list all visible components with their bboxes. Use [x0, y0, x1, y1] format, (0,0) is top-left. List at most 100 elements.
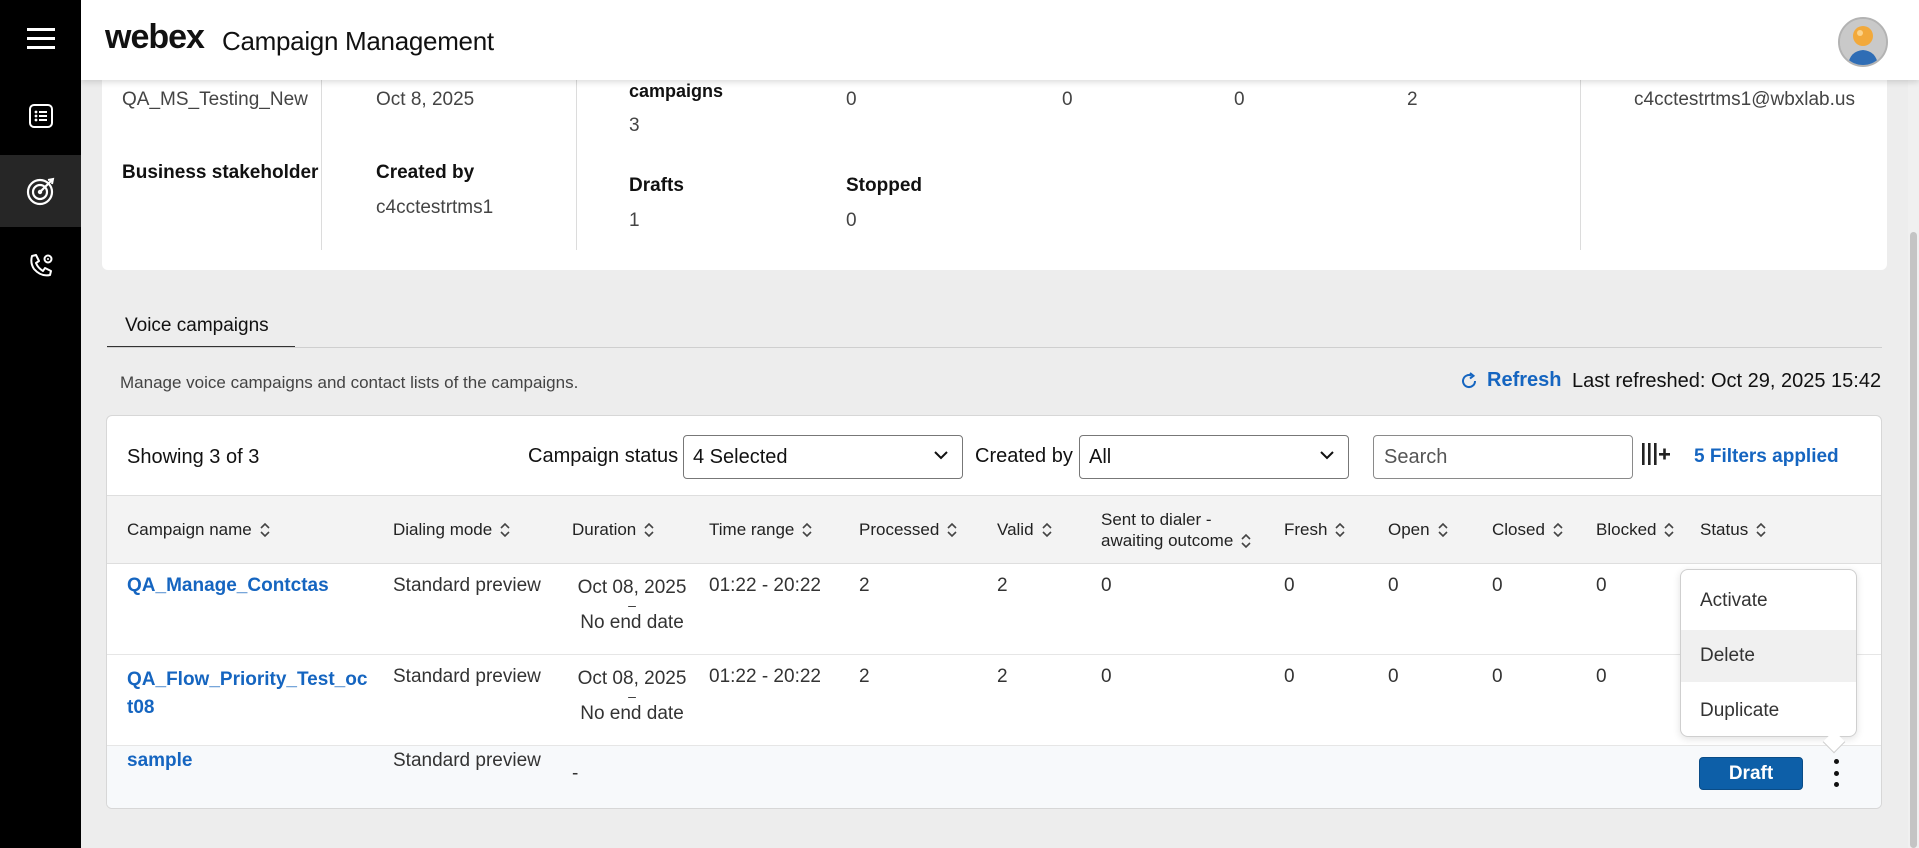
duration-separator: –: [628, 688, 636, 704]
more-options-button[interactable]: [1829, 756, 1843, 790]
campaign-name-link[interactable]: QA_Manage_Contctas: [127, 575, 329, 597]
sort-icon: [947, 522, 957, 538]
blocked: 0: [1596, 575, 1607, 596]
divider: [321, 72, 322, 250]
menu-icon: [26, 28, 55, 49]
chevron-down-icon: [934, 451, 948, 460]
col-label: Duration: [572, 520, 637, 539]
count-4: 2: [1407, 89, 1418, 110]
sort-icon: [1438, 522, 1448, 538]
table-row: sample Standard preview - Draft: [107, 746, 1881, 808]
col-open[interactable]: Open: [1388, 520, 1449, 540]
menu-button[interactable]: [0, 3, 81, 75]
time-range: 01:22 - 20:22: [709, 666, 821, 687]
valid: 2: [997, 575, 1008, 596]
col-label: Closed: [1492, 520, 1545, 539]
col-valid[interactable]: Valid: [997, 520, 1053, 540]
sent-to-dialer: 0: [1101, 666, 1112, 687]
column-settings-button[interactable]: [1641, 441, 1671, 472]
drafts-label: Drafts: [629, 175, 684, 196]
count-1: 0: [846, 89, 857, 110]
fresh: 0: [1284, 575, 1295, 596]
kebab-dot: [1833, 770, 1839, 776]
created-by-select[interactable]: All: [1079, 435, 1349, 479]
campaigns-label: campaigns: [629, 81, 724, 101]
sort-icon: [1241, 533, 1251, 548]
duration: -: [572, 763, 579, 784]
created-by-label: Created by: [376, 162, 475, 183]
search-input[interactable]: [1373, 435, 1633, 479]
col-time-range[interactable]: Time range: [709, 520, 813, 540]
created-by-select-value: All: [1089, 446, 1112, 468]
left-nav: [0, 0, 81, 848]
col-label: Blocked: [1596, 520, 1657, 539]
webex-logo: webex: [105, 18, 205, 56]
tab-voice-campaigns[interactable]: Voice campaigns: [107, 303, 295, 348]
scrollbar-thumb[interactable]: [1910, 232, 1917, 848]
campaign-name-link[interactable]: QA_Flow_Priority_Test_oc t08: [127, 666, 367, 722]
col-duration[interactable]: Duration: [572, 520, 655, 540]
count-2: 0: [1062, 89, 1073, 110]
created-date: Oct 8, 2025: [376, 89, 475, 110]
duration-separator: –: [628, 597, 636, 613]
filters-applied-link[interactable]: 5 Filters applied: [1694, 446, 1839, 468]
open: 0: [1388, 666, 1399, 687]
campaign-status-select[interactable]: 4 Selected: [683, 435, 963, 479]
col-campaign-name[interactable]: Campaign name: [127, 520, 271, 540]
campaign-status-value: 4 Selected: [693, 446, 788, 468]
phone-settings-icon: [29, 254, 52, 277]
menu-item-duplicate[interactable]: Duplicate: [1681, 685, 1856, 737]
campaign-name-link[interactable]: sample: [127, 750, 192, 772]
business-stakeholder-label: Business stakeholder: [122, 162, 319, 183]
nav-item-list[interactable]: [0, 80, 81, 152]
campaign-group-name: QA_MS_Testing_New: [122, 89, 308, 110]
page-scrollbar[interactable]: [1908, 80, 1919, 848]
processed: 2: [859, 666, 870, 687]
avatar[interactable]: [1838, 17, 1888, 67]
campaigns-count: 3: [629, 115, 640, 136]
stopped-label: Stopped: [846, 175, 922, 196]
col-status[interactable]: Status: [1700, 520, 1767, 540]
kebab-dot: [1833, 759, 1839, 764]
dialing-mode: Standard preview: [393, 666, 541, 687]
duration-start: Oct 08, 2025: [577, 668, 687, 689]
campaigns-table-card: Showing 3 of 3 Campaign status 4 Selecte…: [106, 415, 1882, 809]
refresh-button[interactable]: Refresh: [1459, 369, 1561, 392]
dialing-mode: Standard preview: [393, 750, 541, 771]
app-title: Campaign Management: [222, 26, 494, 56]
campaign-status-label: Campaign status: [528, 445, 679, 467]
col-label: Fresh: [1284, 520, 1328, 539]
created-by-filter-label: Created by: [975, 445, 1073, 467]
nav-item-campaigns[interactable]: [0, 155, 81, 227]
drafts-value: 1: [629, 210, 640, 231]
col-label: Dialing mode: [393, 520, 493, 539]
blocked: 0: [1596, 666, 1607, 687]
col-dialing-mode[interactable]: Dialing mode: [393, 520, 511, 540]
list-icon: [28, 104, 53, 128]
count-3: 0: [1234, 89, 1245, 110]
col-fresh[interactable]: Fresh: [1284, 520, 1346, 540]
menu-item-activate[interactable]: Activate: [1681, 575, 1856, 627]
divider: [1580, 72, 1581, 250]
draft-status-button[interactable]: Draft: [1699, 757, 1803, 790]
add-columns-icon: [1642, 443, 1670, 465]
target-icon: [26, 177, 54, 206]
col-processed[interactable]: Processed: [859, 520, 958, 540]
col-label: Open: [1388, 520, 1430, 539]
col-label: Sent to dialer -: [1101, 510, 1212, 529]
chevron-down-icon: [1320, 451, 1334, 460]
refresh-label: Refresh: [1487, 369, 1562, 391]
menu-item-delete[interactable]: Delete: [1681, 630, 1856, 682]
closed: 0: [1492, 575, 1503, 596]
col-closed[interactable]: Closed: [1492, 520, 1564, 540]
fresh: 0: [1284, 666, 1295, 687]
col-sent-to-dialer[interactable]: Sent to dialer - awaiting outcome: [1101, 509, 1252, 551]
duration-end: No end date: [580, 612, 684, 633]
sort-icon: [1335, 522, 1346, 538]
campaign-group-summary: QA_MS_Testing_New Oct 8, 2025 campaigns …: [102, 72, 1887, 270]
col-label: Campaign name: [127, 520, 252, 539]
section-description: Manage voice campaigns and contact lists…: [120, 373, 579, 392]
nav-item-calling[interactable]: [0, 230, 81, 302]
col-blocked[interactable]: Blocked: [1596, 520, 1675, 540]
table-row: QA_Manage_Contctas Standard preview Oct …: [107, 564, 1881, 655]
